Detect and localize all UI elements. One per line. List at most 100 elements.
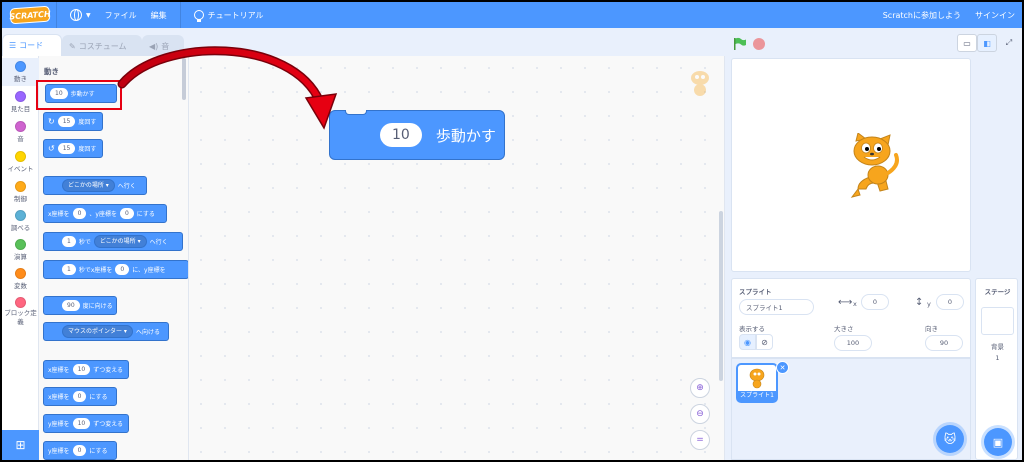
small-stage-button[interactable]: ▭ (957, 34, 977, 52)
backdrops-label: 背景 (991, 343, 1004, 351)
hide-sprite-button[interactable]: ⊘ (756, 334, 773, 350)
block-text: y座標を (48, 421, 70, 428)
green-flag-icon[interactable] (733, 37, 747, 51)
category-control[interactable]: 制御 (2, 178, 39, 206)
turn-left-block[interactable]: ↺ 15 度回す (43, 139, 103, 158)
size-input[interactable]: 100 (834, 335, 872, 351)
y-input[interactable]: 0 (119, 208, 134, 219)
change-x-block[interactable]: x座標を 10 ずつ変える (43, 360, 129, 379)
y-position-input[interactable]: 0 (936, 294, 964, 310)
glide-to-xy-block[interactable]: 1 秒でx座標を 0 に、y座標を (43, 260, 188, 279)
script-move-steps-block[interactable]: 10 歩動かす (329, 110, 505, 160)
normal-stage-button[interactable]: ◧ (977, 34, 997, 52)
cat-plus-icon: 🐱 (943, 432, 957, 446)
turn-right-block[interactable]: ↻ 15 度回す (43, 112, 103, 131)
zoom-in-button[interactable]: ⊕ (690, 378, 710, 398)
palette-section-title: 動き (44, 67, 59, 76)
show-sprite-button[interactable]: ◉ (739, 334, 756, 350)
add-extension-button[interactable]: ⊞ (2, 430, 39, 460)
set-y-input[interactable]: 0 (72, 445, 87, 456)
category-my-blocks[interactable]: ブロック定義 (2, 294, 39, 330)
scratch-logo[interactable]: SCRATCH (9, 5, 51, 25)
x-input[interactable]: 0 (72, 208, 87, 219)
degrees-input[interactable]: 15 (57, 116, 76, 127)
backdrops-count: 1 (995, 354, 1000, 362)
tab-code[interactable]: ☰ コード (2, 34, 62, 56)
dropdown-value: どこかの場所 (68, 182, 104, 189)
change-y-input[interactable]: 10 (72, 418, 91, 429)
script-area[interactable]: 10 歩動かす ⊕ ⊖ = (189, 56, 725, 460)
x-position-input[interactable]: 0 (861, 294, 889, 310)
x-input[interactable]: 0 (115, 264, 130, 275)
zoom-in-icon: ⊕ (696, 383, 704, 393)
glide-target-dropdown[interactable]: どこかの場所 ▾ (93, 235, 147, 248)
category-looks[interactable]: 見た目 (2, 88, 39, 116)
code-icon: ☰ (9, 41, 17, 50)
language-menu[interactable]: ▼ (63, 2, 98, 28)
delete-sprite-button[interactable]: ✕ (776, 361, 789, 374)
block-notch (345, 110, 367, 115)
join-scratch-link[interactable]: Scratchに参加しよう (876, 2, 968, 28)
add-sprite-button[interactable]: 🐱 (936, 425, 964, 453)
stop-button[interactable] (753, 38, 765, 50)
point-in-direction-block[interactable]: 90 度に向ける (43, 296, 117, 315)
stage-canvas[interactable] (731, 58, 971, 272)
vertical-arrows-icon: ↕ (915, 297, 924, 308)
direction-input[interactable]: 90 (925, 335, 963, 351)
tab-sounds[interactable]: ◀) 音 (142, 35, 184, 56)
point-towards-block[interactable]: マウスのポインター ▾ へ向ける (43, 322, 169, 341)
category-sensing[interactable]: 調べる (2, 207, 39, 235)
file-menu-label: ファイル (104, 10, 137, 20)
block-palette: 動き 10 歩動かす ↻ 15 度回す ↺ 15 度回す どこかの場所 ▾ へ行… (39, 56, 189, 460)
block-text: ずつ変える (93, 367, 124, 374)
size-label: 大きさ (834, 325, 854, 333)
stage-thumbnail[interactable] (981, 307, 1014, 335)
go-to-xy-block[interactable]: x座標を 0 、y座標を 0 にする (43, 204, 167, 223)
category-label: 動き (14, 75, 27, 83)
normal-stage-icon: ◧ (983, 38, 991, 48)
script-scrollbar[interactable] (719, 211, 723, 381)
set-x-input[interactable]: 0 (72, 391, 87, 402)
add-backdrop-button[interactable]: ▣ (984, 428, 1012, 456)
seconds-input[interactable]: 1 (62, 236, 76, 247)
rotate-left-icon: ↺ (48, 144, 55, 153)
set-y-block[interactable]: y座標を 0 にする (43, 441, 117, 460)
towards-target-dropdown[interactable]: マウスのポインター ▾ (62, 325, 133, 338)
y-label: y (927, 300, 931, 308)
tab-costumes-label: コスチューム (78, 41, 127, 51)
fullscreen-button[interactable]: ⤢ (999, 34, 1019, 52)
tab-costumes[interactable]: ✎ コスチューム (62, 35, 142, 56)
tutorials-menu[interactable]: チュートリアル (187, 2, 271, 28)
zoom-out-button[interactable]: ⊖ (690, 404, 710, 424)
palette-scrollbar[interactable] (182, 58, 186, 100)
change-y-block[interactable]: y座標を 10 ずつ変える (43, 414, 129, 433)
sign-in-link[interactable]: サインイン (968, 2, 1022, 28)
file-menu[interactable]: ファイル (98, 2, 144, 28)
cat-sprite[interactable] (844, 133, 906, 199)
go-to-target-dropdown[interactable]: どこかの場所 ▾ (62, 179, 115, 192)
zoom-reset-button[interactable]: = (690, 430, 710, 450)
direction-input[interactable]: 90 (62, 300, 80, 311)
category-operators[interactable]: 演算 (2, 236, 39, 264)
sprite-name-input[interactable]: スプライト1 (739, 299, 814, 315)
stage-selector[interactable]: ステージ 背景 1 ▣ (975, 278, 1018, 460)
seconds-input[interactable]: 1 (62, 264, 76, 275)
go-to-block[interactable]: どこかの場所 ▾ へ行く (43, 176, 147, 195)
change-x-input[interactable]: 10 (72, 364, 91, 375)
degrees-input[interactable]: 15 (57, 143, 76, 154)
set-x-block[interactable]: x座標を 0 にする (43, 387, 117, 406)
category-sound[interactable]: 音 (2, 118, 39, 146)
sign-in-label: サインイン (975, 10, 1015, 20)
script-steps-input[interactable]: 10 (380, 123, 422, 147)
glide-to-block[interactable]: 1 秒で どこかの場所 ▾ へ行く (43, 232, 183, 251)
category-control-dot (15, 181, 26, 192)
category-label: 音 (17, 135, 24, 143)
join-label: Scratchに参加しよう (882, 10, 961, 20)
block-text: ずつ変える (93, 421, 124, 428)
sprite-title: スプライト (739, 288, 772, 296)
edit-menu[interactable]: 編集 (144, 2, 174, 28)
category-motion[interactable]: 動き (2, 58, 39, 86)
sprite-tile[interactable]: スプライト1 ✕ (736, 361, 789, 403)
category-variables[interactable]: 変数 (2, 265, 39, 293)
category-events[interactable]: イベント (2, 148, 39, 176)
